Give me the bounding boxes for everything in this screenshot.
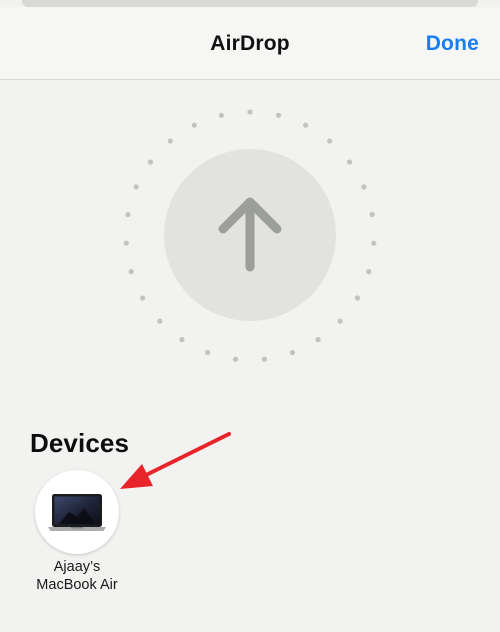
device-item[interactable]: Ajaay’s MacBook Air: [22, 468, 134, 598]
radar-dot: [147, 159, 154, 165]
radar-dot: [361, 184, 367, 190]
radar-dot: [327, 138, 333, 144]
device-name: Ajaay’s MacBook Air: [22, 558, 132, 594]
nav-bar: AirDrop Done: [0, 7, 500, 80]
radar-dot: [233, 356, 239, 362]
sheet-backdrop-strip: [22, 0, 478, 7]
radar-dot: [128, 269, 134, 275]
airdrop-upload-button[interactable]: [164, 149, 336, 321]
radar-dot: [247, 109, 253, 115]
airdrop-sheet: AirDrop Done Devices Ajaay’s MacBook Air: [0, 0, 500, 632]
radar-dot: [205, 349, 211, 356]
radar-dot: [157, 318, 163, 324]
radar-dot: [125, 211, 131, 218]
radar-dot: [354, 295, 360, 301]
radar-dot: [303, 122, 309, 128]
device-name-line2: MacBook Air: [36, 577, 118, 593]
radar-dot: [346, 159, 353, 165]
done-button[interactable]: Done: [426, 32, 479, 56]
radar-dot: [289, 349, 295, 356]
radar-dot: [123, 240, 129, 246]
radar-dot: [337, 318, 343, 324]
radar-dot: [218, 112, 224, 118]
radar-dot: [369, 211, 375, 218]
radar-dot: [261, 356, 267, 362]
radar-dot: [315, 337, 321, 343]
device-name-line1: Ajaay’s: [53, 559, 101, 575]
devices-section-title: Devices: [30, 428, 129, 458]
radar-dot: [140, 295, 146, 301]
device-avatar[interactable]: [35, 470, 119, 554]
radar-dot: [167, 138, 173, 144]
radar-dot: [371, 240, 377, 246]
radar-dot: [191, 122, 197, 128]
radar-dot: [366, 269, 372, 275]
macbook-icon: [48, 494, 106, 531]
arrow-up-icon: [218, 197, 282, 272]
radar-dot: [179, 337, 185, 343]
radar-dot: [133, 184, 139, 190]
radar-dot: [276, 112, 282, 118]
